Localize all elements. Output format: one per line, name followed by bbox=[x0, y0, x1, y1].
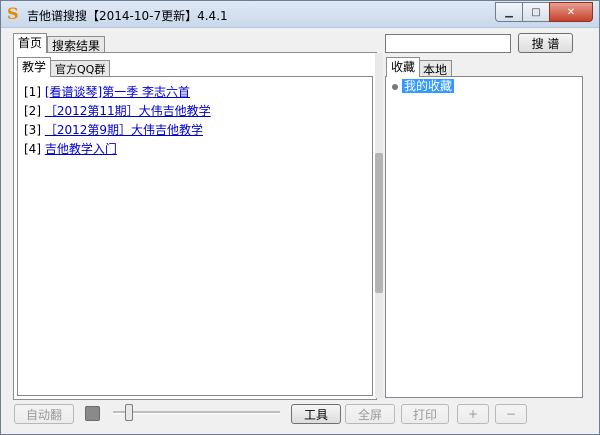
app-window: S 吉他谱搜搜【2014-10-7更新】4.4.1 ▁ □ ✕ 首页 搜索结果 … bbox=[0, 0, 600, 435]
splitter-scrollbar[interactable] bbox=[375, 53, 383, 398]
app-logo-icon: S bbox=[7, 4, 19, 23]
tools-button[interactable]: 工具 bbox=[291, 404, 341, 424]
item-link[interactable]: 吉他教学入门 bbox=[45, 142, 117, 156]
item-link[interactable]: ［2012第9期］大伟吉他教学 bbox=[45, 123, 203, 137]
tree-node-bullet-icon bbox=[392, 84, 398, 90]
scrollbar-thumb[interactable] bbox=[375, 153, 383, 293]
fullscreen-button[interactable]: 全屏 bbox=[345, 404, 395, 424]
item-index: [1] bbox=[24, 85, 41, 99]
item-link[interactable]: ［2012第11期］大伟吉他教学 bbox=[45, 104, 211, 118]
maximize-button[interactable]: □ bbox=[522, 2, 550, 22]
minimize-button[interactable]: ▁ bbox=[495, 2, 523, 22]
close-button[interactable]: ✕ bbox=[549, 2, 593, 22]
tab-favorites[interactable]: 收藏 bbox=[386, 57, 421, 77]
item-index: [3] bbox=[24, 123, 41, 137]
tab-teaching[interactable]: 教学 bbox=[17, 57, 52, 77]
favorites-folder[interactable]: 我的收藏 bbox=[402, 79, 455, 93]
teaching-list: [1] [看谱谈琴]第一季 李志六首 [2] ［2012第11期］大伟吉他教学 … bbox=[17, 76, 373, 396]
list-item: [1] [看谱谈琴]第一季 李志六首 bbox=[24, 83, 190, 100]
tab-home[interactable]: 首页 bbox=[13, 33, 48, 53]
stop-square-icon[interactable] bbox=[85, 406, 100, 421]
print-button[interactable]: 打印 bbox=[401, 404, 449, 424]
item-link[interactable]: [看谱谈琴]第一季 李志六首 bbox=[45, 85, 190, 99]
item-index: [2] bbox=[24, 104, 41, 118]
window-title: 吉他谱搜搜【2014-10-7更新】4.4.1 bbox=[27, 9, 228, 23]
search-button[interactable]: 搜 谱 bbox=[518, 33, 573, 53]
speed-slider-track[interactable] bbox=[113, 411, 280, 414]
favorites-tree: 我的收藏 bbox=[385, 76, 583, 398]
auto-flip-button[interactable]: 自动翻 bbox=[14, 404, 74, 424]
home-panel: 教学 官方QQ群 [1] [看谱谈琴]第一季 李志六首 [2] ［2012第11… bbox=[13, 52, 377, 400]
list-item: [2] ［2012第11期］大伟吉他教学 bbox=[24, 102, 211, 119]
zoom-in-button[interactable]: + bbox=[457, 404, 489, 424]
title-bar: S 吉他谱搜搜【2014-10-7更新】4.4.1 ▁ □ ✕ bbox=[1, 1, 599, 28]
list-item: [3] ［2012第9期］大伟吉他教学 bbox=[24, 121, 203, 138]
zoom-out-button[interactable]: − bbox=[495, 404, 527, 424]
item-index: [4] bbox=[24, 142, 41, 156]
window-controls: ▁ □ ✕ bbox=[495, 2, 593, 22]
list-item: [4] 吉他教学入门 bbox=[24, 140, 117, 157]
speed-slider-thumb[interactable] bbox=[125, 404, 133, 421]
search-input[interactable] bbox=[385, 34, 511, 53]
